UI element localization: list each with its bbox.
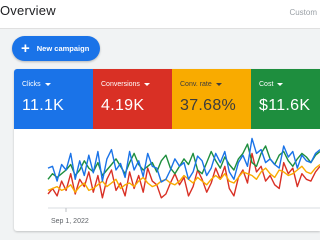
metric-label: Clicks — [22, 81, 41, 88]
date-range-custom-label[interactable]: Custom — [289, 8, 317, 17]
metric-label: Conversions — [101, 81, 140, 88]
caret-down-icon — [277, 83, 284, 86]
metric-tiles: Clicks 11.1K Conversions 4.19K Conv. rat… — [14, 69, 320, 129]
caret-down-icon — [44, 83, 51, 86]
overview-header: Overview Custom — [0, 0, 320, 29]
new-campaign-button[interactable]: + New campaign — [12, 36, 100, 61]
metric-label: Conv. rate — [180, 81, 212, 88]
metric-tile-conv-rate[interactable]: Conv. rate 37.68% — [172, 69, 251, 129]
metric-tile-conversions[interactable]: Conversions 4.19K — [93, 69, 172, 129]
caret-down-icon — [215, 83, 222, 86]
metric-tile-cost[interactable]: Cost $11.6K — [251, 69, 320, 129]
page-title: Overview — [0, 3, 56, 18]
new-campaign-label: New campaign — [36, 44, 90, 53]
metric-value: 37.68% — [180, 97, 237, 114]
metric-label: Cost — [259, 81, 274, 88]
x-axis-start-date: Sep 1, 2022 — [51, 218, 89, 225]
caret-down-icon — [143, 83, 150, 86]
plus-icon: + — [21, 39, 30, 57]
performance-card: Clicks 11.1K Conversions 4.19K Conv. rat… — [14, 69, 320, 231]
metric-value: 4.19K — [101, 97, 145, 114]
metric-value: $11.6K — [259, 97, 311, 114]
performance-line-chart — [47, 137, 320, 212]
metric-tile-clicks[interactable]: Clicks 11.1K — [14, 69, 93, 129]
metric-value: 11.1K — [22, 97, 65, 114]
